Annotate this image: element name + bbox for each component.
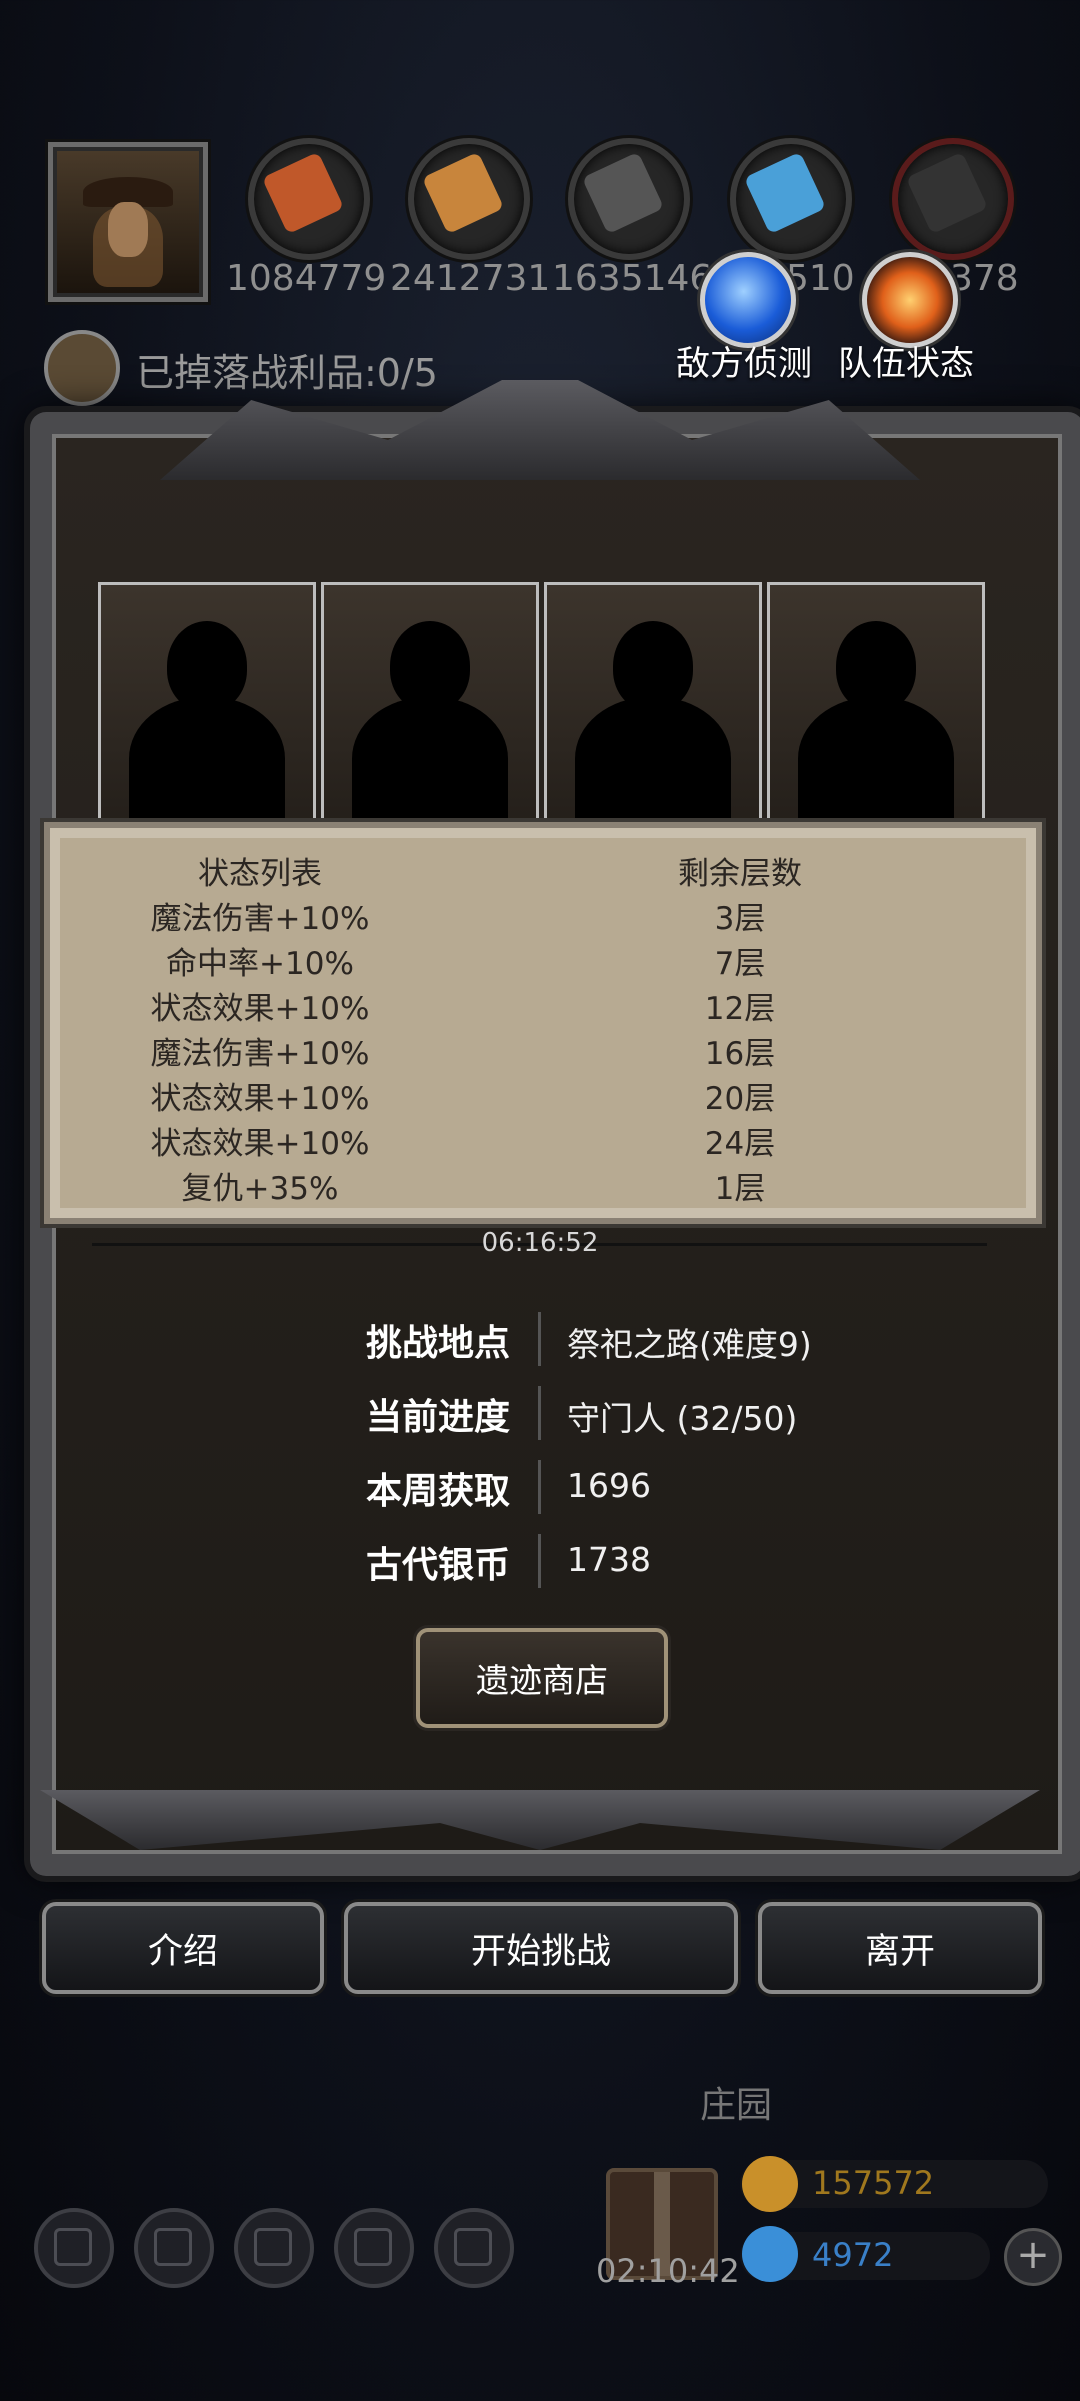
info-value-silver: 1738	[567, 1540, 651, 1579]
hero-slot-1[interactable]	[98, 582, 316, 825]
status-row: 状态效果+10% 20层	[150, 1081, 776, 1117]
countdown-timer: 06:16:52	[481, 1228, 599, 1258]
add-currency-button[interactable]: +	[1004, 2228, 1062, 2286]
info-value-progress: 守门人 (32/50)	[567, 1399, 798, 1438]
info-value-weekly: 1696	[567, 1466, 651, 1505]
resource-value-1: 1084779	[226, 258, 387, 299]
resource-value-5: 378	[950, 258, 1019, 299]
gem-value: 4972	[812, 2236, 894, 2274]
hero-slot-2[interactable]	[321, 582, 539, 825]
status-row: 命中率+10% 7层	[166, 946, 766, 982]
achievement-icon[interactable]	[134, 2208, 214, 2288]
resource-wood-icon[interactable]	[408, 138, 530, 260]
gift-timer: 02:10:42	[596, 2252, 740, 2290]
gold-value: 157572	[812, 2164, 935, 2202]
scout-label[interactable]: 敌方侦测	[676, 336, 812, 385]
portrait-face	[108, 202, 148, 257]
info-label-weekly: 本周获取	[365, 1471, 510, 1512]
resource-value-4: 510	[786, 258, 855, 299]
info-divider	[538, 1312, 541, 1366]
resource-value-2: 2412731	[390, 258, 551, 299]
ranking-icon[interactable]	[434, 2208, 514, 2288]
estate-label: 庄园	[700, 2085, 773, 2126]
status-row: 魔法伤害+10% 3层	[150, 901, 766, 937]
scroll-icon	[44, 330, 120, 406]
intro-button[interactable]: 介绍	[42, 1902, 324, 1994]
resource-value-3: 1635146	[552, 258, 713, 299]
gold-coin-icon	[742, 2156, 798, 2212]
team-status-label[interactable]: 队伍状态	[838, 336, 974, 385]
status-header: 状态列表 剩余层数	[50, 848, 1036, 892]
gem-icon	[742, 2226, 798, 2282]
info-divider	[538, 1460, 541, 1514]
mail-icon[interactable]	[334, 2208, 414, 2288]
info-label-silver: 古代银币	[365, 1545, 510, 1586]
status-row: 魔法伤害+10% 16层	[150, 1036, 776, 1072]
status-row: 状态效果+10% 24层	[150, 1126, 776, 1162]
status-row: 状态效果+10% 12层	[150, 991, 776, 1027]
resource-ore-icon[interactable]	[892, 138, 1014, 260]
hero-slot-3[interactable]	[544, 582, 762, 825]
scout-orb-icon[interactable]	[700, 252, 796, 348]
info-divider	[538, 1386, 541, 1440]
info-value-location: 祭祀之路(难度9)	[567, 1325, 812, 1364]
info-divider	[538, 1534, 541, 1588]
status-list-panel: 状态列表 剩余层数 魔法伤害+10% 3层 命中率+10% 7层 状态效果+10…	[44, 822, 1042, 1224]
leave-button[interactable]: 离开	[758, 1902, 1042, 1994]
hero-slot-4[interactable]	[767, 582, 985, 825]
status-header-name: 状态列表	[198, 856, 322, 892]
resource-crystal-icon[interactable]	[730, 138, 852, 260]
fire-burst-icon[interactable]	[862, 252, 958, 348]
guild-icon[interactable]	[234, 2208, 314, 2288]
status-header-layers: 剩余层数	[678, 856, 802, 892]
status-row: 复仇+35% 1层	[181, 1171, 766, 1207]
player-portrait[interactable]	[48, 142, 208, 302]
start-challenge-button[interactable]: 开始挑战	[344, 1902, 738, 1994]
settings-icon[interactable]	[34, 2208, 114, 2288]
loot-counter: 已掉落战利品:0/5	[136, 351, 438, 395]
info-label-progress: 当前进度	[365, 1397, 510, 1438]
panel-bottom-ornament	[40, 1790, 1040, 1850]
ruins-shop-button[interactable]: 遗迹商店	[416, 1628, 668, 1728]
info-label-location: 挑战地点	[365, 1323, 510, 1364]
resource-iron-icon[interactable]	[568, 138, 690, 260]
resource-meat-icon[interactable]	[248, 138, 370, 260]
